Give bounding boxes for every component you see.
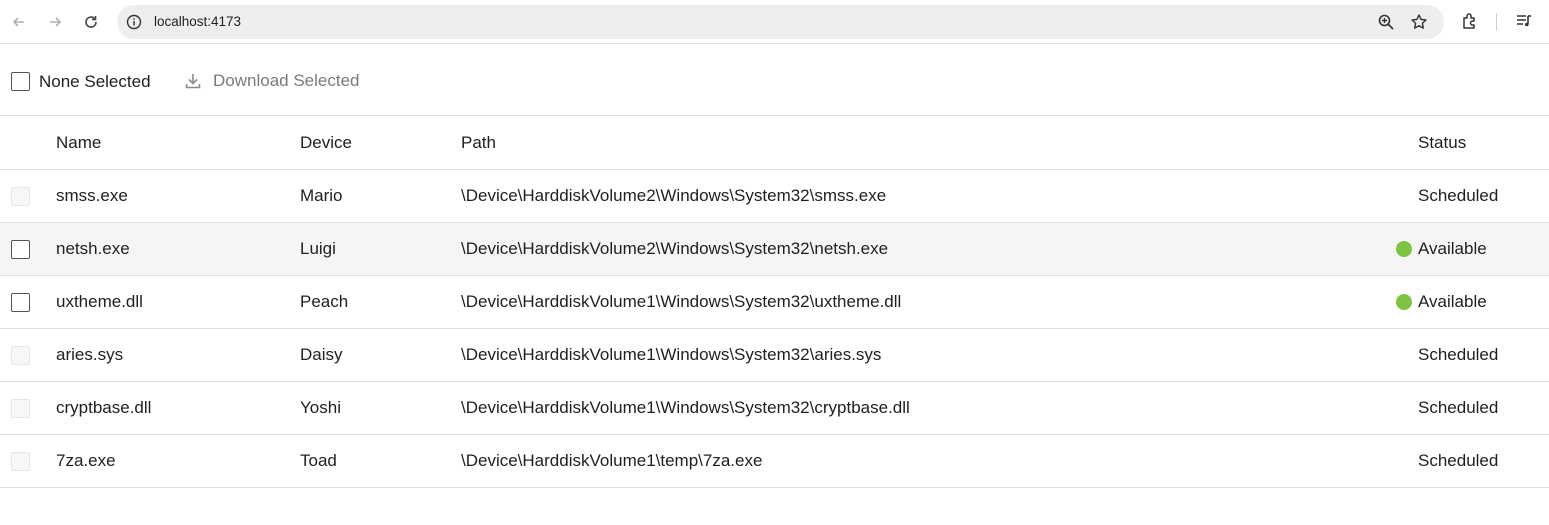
status-text: Scheduled [1418, 186, 1499, 205]
forward-arrow-icon [50, 17, 62, 27]
file-path: \Device\HarddiskVolume1\temp\7za.exe [461, 451, 763, 470]
selection-status-label: None Selected [39, 72, 151, 91]
status-text: Available [1418, 292, 1487, 311]
back-arrow-icon [12, 17, 24, 27]
download-icon [185, 74, 201, 89]
extensions-icon[interactable] [1461, 12, 1479, 30]
files-table: Name Device Path Status smss.exe Mario \… [0, 116, 1549, 488]
column-header-device[interactable]: Device [300, 116, 352, 169]
status-dot-icon [1396, 294, 1412, 310]
download-selected-label: Download Selected [213, 71, 360, 90]
device-name: Mario [300, 186, 343, 205]
file-name: aries.sys [56, 345, 124, 364]
file-path: \Device\HarddiskVolume1\Windows\System32… [461, 345, 882, 364]
table-row[interactable]: cryptbase.dll Yoshi \Device\HarddiskVolu… [0, 382, 1549, 435]
row-checkbox [11, 398, 30, 418]
row-checkbox[interactable] [11, 239, 30, 259]
zoom-icon[interactable] [1377, 13, 1395, 31]
table-row[interactable]: 7za.exe Toad \Device\HarddiskVolume1\tem… [0, 435, 1549, 488]
device-name: Daisy [300, 345, 343, 364]
toolbar-divider [1496, 13, 1497, 31]
reload-button[interactable] [80, 11, 102, 33]
row-checkbox[interactable] [11, 292, 30, 312]
row-checkbox [11, 186, 30, 206]
media-icon[interactable] [1515, 12, 1533, 30]
table-row[interactable]: smss.exe Mario \Device\HarddiskVolume2\W… [0, 170, 1549, 223]
back-button[interactable] [8, 11, 30, 33]
download-selected-button[interactable]: Download Selected [183, 68, 359, 94]
column-header-path[interactable]: Path [461, 116, 496, 169]
selection-toolbar: None Selected Download Selected [0, 45, 1549, 116]
file-name: uxtheme.dll [56, 292, 143, 311]
table-row[interactable]: aries.sys Daisy \Device\HarddiskVolume1\… [0, 329, 1549, 382]
table-header-row: Name Device Path Status [0, 116, 1549, 170]
status-text: Scheduled [1418, 345, 1499, 364]
status-text: Scheduled [1418, 398, 1499, 417]
table-row[interactable]: netsh.exe Luigi \Device\HarddiskVolume2\… [0, 223, 1549, 276]
table-row[interactable]: uxtheme.dll Peach \Device\HarddiskVolume… [0, 276, 1549, 329]
address-bar[interactable]: localhost:4173 [117, 5, 1444, 39]
file-name: 7za.exe [56, 451, 116, 470]
reload-icon [85, 16, 97, 28]
device-name: Yoshi [300, 398, 341, 417]
file-path: \Device\HarddiskVolume2\Windows\System32… [461, 186, 887, 205]
device-name: Toad [300, 451, 337, 470]
url-text: localhost:4173 [154, 14, 242, 29]
file-name: netsh.exe [56, 239, 130, 258]
file-name: cryptbase.dll [56, 398, 152, 417]
status-text: Available [1418, 239, 1487, 258]
status-text: Scheduled [1418, 451, 1499, 470]
device-name: Luigi [300, 239, 336, 258]
select-all-checkbox[interactable] [11, 72, 30, 91]
browser-toolbar: localhost:4173 [0, 0, 1549, 44]
forward-button[interactable] [44, 11, 66, 33]
file-path: \Device\HarddiskVolume1\Windows\System32… [461, 292, 902, 311]
device-name: Peach [300, 292, 349, 311]
info-icon [126, 14, 142, 30]
row-checkbox [11, 451, 30, 471]
star-icon[interactable] [1410, 13, 1428, 31]
column-header-name[interactable]: Name [56, 116, 101, 169]
file-path: \Device\HarddiskVolume2\Windows\System32… [461, 239, 889, 258]
file-name: smss.exe [56, 186, 128, 205]
file-path: \Device\HarddiskVolume1\Windows\System32… [461, 398, 910, 417]
status-dot-icon [1396, 241, 1412, 257]
row-checkbox [11, 345, 30, 365]
site-info-button[interactable] [125, 13, 143, 31]
column-header-status[interactable]: Status [1418, 116, 1466, 169]
